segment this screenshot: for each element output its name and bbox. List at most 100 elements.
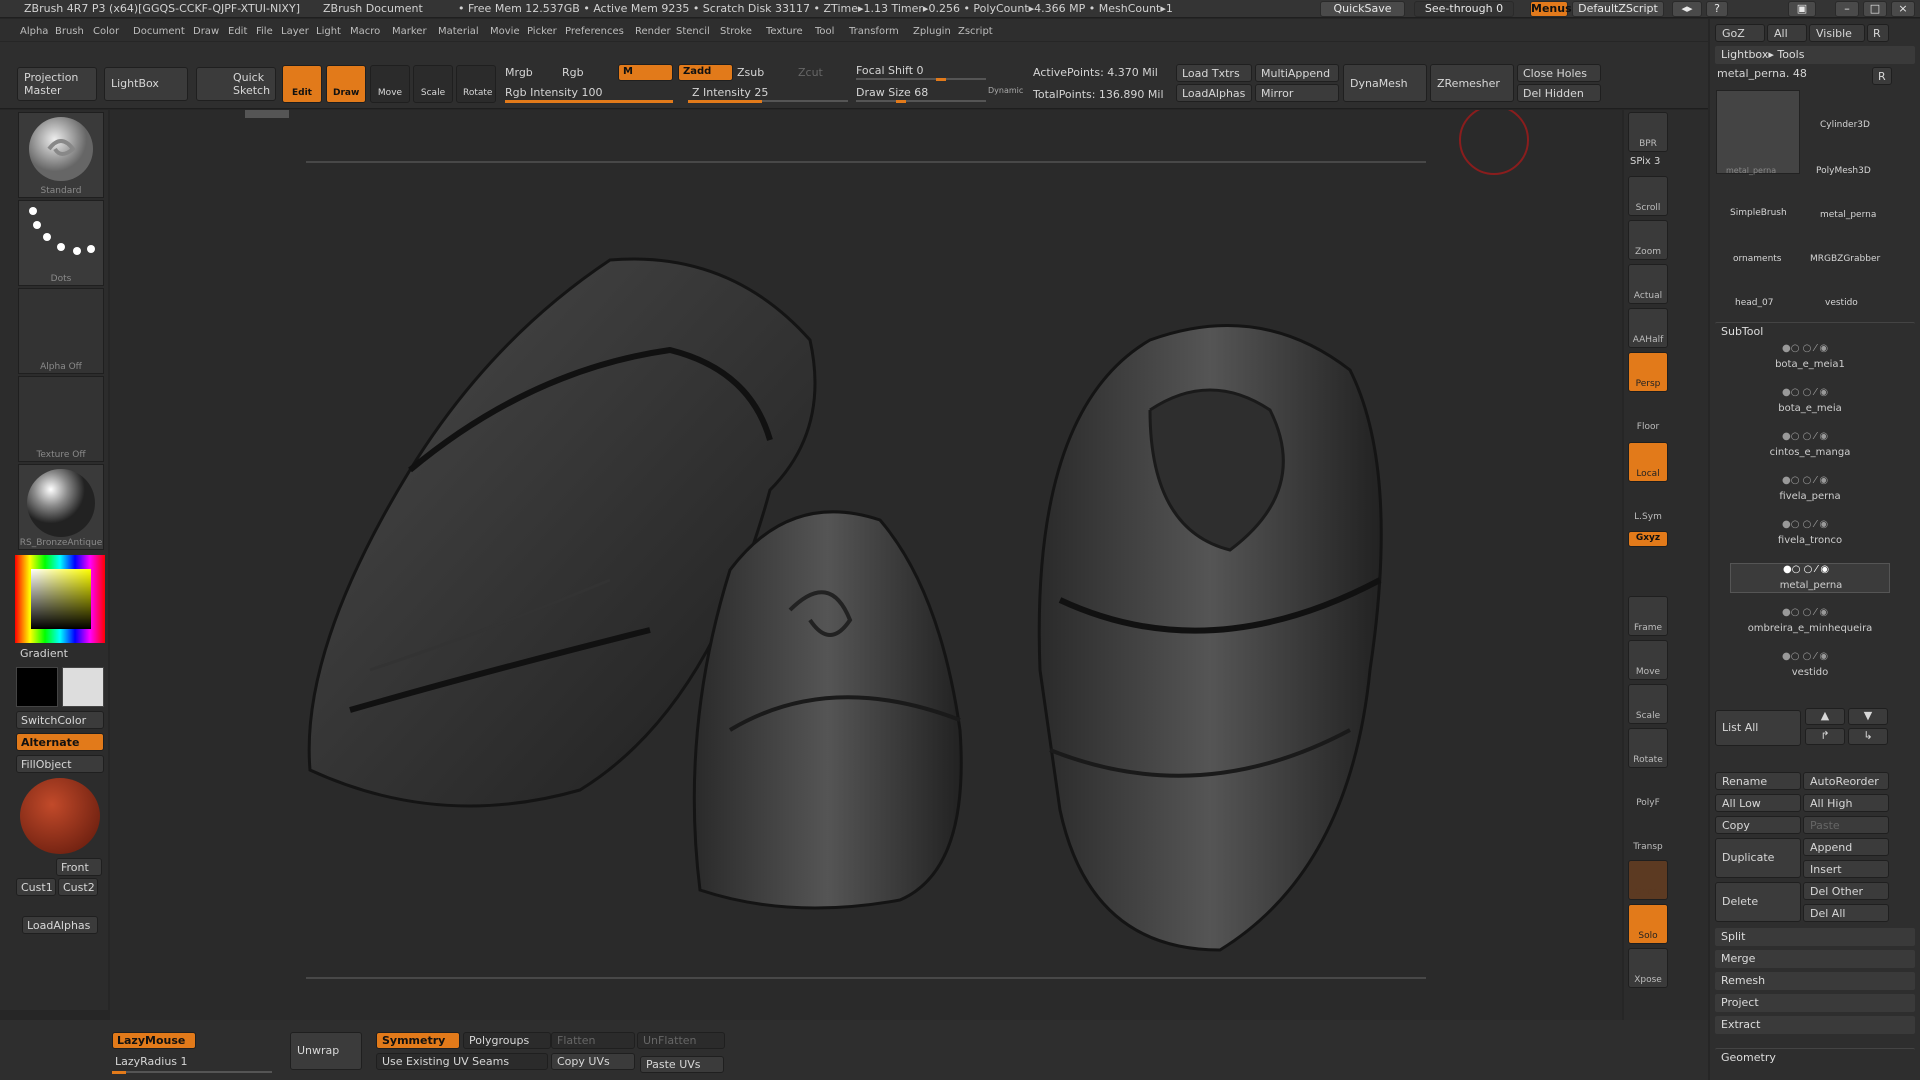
copy-button[interactable]: Copy: [1715, 816, 1801, 834]
zcut-button[interactable]: Zcut: [798, 66, 823, 79]
rename-button[interactable]: Rename: [1715, 772, 1801, 790]
subtool-row-ombreira[interactable]: ●○ ○ ⁄ ◉ ombreira_e_minhequeira: [1730, 607, 1890, 637]
viewport[interactable]: [110, 105, 1622, 1020]
menu-picker[interactable]: Picker: [527, 26, 557, 37]
load-txtrs-button[interactable]: Load Txtrs: [1176, 64, 1252, 82]
all-button[interactable]: All: [1767, 24, 1807, 42]
menu-stroke[interactable]: Stroke: [720, 26, 752, 37]
actual-button[interactable]: Actual: [1628, 264, 1668, 304]
move-view-button[interactable]: Move: [1628, 640, 1668, 680]
close-icon[interactable]: ×: [1891, 1, 1915, 17]
move-top-icon[interactable]: ↱: [1805, 728, 1845, 745]
secondary-color-swatch[interactable]: [62, 667, 104, 707]
xpose-button[interactable]: Xpose: [1628, 948, 1668, 988]
zsub-button[interactable]: Zsub: [737, 66, 764, 79]
lightbox-tools-button[interactable]: Lightbox▸ Tools: [1715, 46, 1915, 64]
z-intensity-slider[interactable]: Z Intensity 25: [692, 86, 768, 99]
goz-button[interactable]: GoZ: [1715, 24, 1765, 42]
lightbox-button[interactable]: LightBox: [104, 67, 188, 101]
scale-button[interactable]: Scale: [413, 65, 453, 103]
maximize-icon[interactable]: □: [1863, 1, 1887, 17]
tool-label-simplebrush[interactable]: SimpleBrush: [1730, 208, 1787, 218]
unflatten-button[interactable]: UnFlatten: [637, 1032, 725, 1049]
del-hidden-button[interactable]: Del Hidden: [1517, 84, 1601, 102]
gradient-label[interactable]: Gradient: [20, 647, 68, 660]
polyf-button[interactable]: PolyF: [1628, 772, 1668, 812]
front-button[interactable]: Front: [56, 858, 102, 876]
polygroups-button[interactable]: Polygroups: [463, 1032, 551, 1049]
geometry-section[interactable]: Geometry: [1715, 1048, 1915, 1066]
tool-thumb-metal-perna[interactable]: [1716, 90, 1800, 174]
menu-render[interactable]: Render: [635, 26, 671, 37]
zadd-button[interactable]: Zadd: [678, 64, 733, 81]
menu-tool[interactable]: Tool: [815, 26, 834, 37]
main-color-swatch[interactable]: [16, 667, 58, 707]
persp-button[interactable]: Persp: [1628, 352, 1668, 392]
fill-sphere-icon[interactable]: [20, 778, 100, 854]
duplicate-button[interactable]: Duplicate: [1715, 838, 1801, 878]
autoreorder-button[interactable]: AutoReorder: [1803, 772, 1889, 790]
merge-section[interactable]: Merge: [1715, 950, 1915, 968]
menu-transform[interactable]: Transform: [849, 26, 899, 37]
menu-layer[interactable]: Layer: [281, 26, 309, 37]
xyz-button[interactable]: Gxyz: [1628, 531, 1668, 547]
move-button[interactable]: Move: [370, 65, 410, 103]
help-icon[interactable]: ?: [1706, 1, 1728, 17]
menu-marker[interactable]: Marker: [392, 26, 427, 37]
menu-alpha[interactable]: Alpha: [20, 26, 48, 37]
bpr-button[interactable]: BPR: [1628, 112, 1668, 152]
menu-movie[interactable]: Movie: [490, 26, 520, 37]
flatten-button[interactable]: Flatten: [551, 1032, 635, 1049]
m-button[interactable]: M: [618, 64, 673, 81]
ghost-button[interactable]: Ghost: [1628, 860, 1668, 900]
subtool-toggles[interactable]: ●○ ○ ⁄ ◉: [1782, 387, 1892, 399]
transp-button[interactable]: Transp: [1628, 816, 1668, 856]
menu-stencil[interactable]: Stencil: [676, 26, 710, 37]
move-bottom-icon[interactable]: ↳: [1848, 728, 1888, 745]
menu-document[interactable]: Document: [133, 26, 185, 37]
scale-view-button[interactable]: Scale: [1628, 684, 1668, 724]
extract-section[interactable]: Extract: [1715, 1016, 1915, 1034]
menu-macro[interactable]: Macro: [350, 26, 380, 37]
cust2-button[interactable]: Cust2: [58, 878, 98, 896]
close-holes-button[interactable]: Close Holes: [1517, 64, 1601, 82]
lock-icon[interactable]: ▣: [1788, 1, 1816, 17]
menus-button[interactable]: Menus: [1530, 1, 1572, 17]
move-up-icon[interactable]: ▲: [1805, 708, 1845, 725]
remesh-section[interactable]: Remesh: [1715, 972, 1915, 990]
subtool-toggles[interactable]: ●○ ○ ⁄ ◉: [1782, 475, 1892, 487]
move-down-icon[interactable]: ▼: [1848, 708, 1888, 725]
subtool-row-cintos-e-manga[interactable]: ●○ ○ ⁄ ◉ cintos_e_manga: [1730, 431, 1890, 461]
mirror-button[interactable]: Mirror: [1255, 84, 1339, 102]
rgb-button[interactable]: Rgb: [562, 66, 584, 79]
paste-button[interactable]: Paste: [1803, 816, 1889, 834]
menu-preferences[interactable]: Preferences: [565, 26, 624, 37]
cust1-button[interactable]: Cust1: [16, 878, 56, 896]
subtool-row-fivela-perna[interactable]: ●○ ○ ⁄ ◉ fivela_perna: [1730, 475, 1890, 505]
unwrap-button[interactable]: Unwrap: [290, 1032, 362, 1070]
menu-brush[interactable]: Brush: [55, 26, 84, 37]
color-picker[interactable]: [15, 555, 105, 643]
symmetry-button[interactable]: Symmetry: [376, 1032, 460, 1049]
switchcolor-button[interactable]: SwitchColor: [16, 711, 104, 729]
tool-r-button[interactable]: R: [1872, 67, 1892, 85]
copy-uvs-button[interactable]: Copy UVs: [551, 1053, 635, 1070]
rgb-intensity-slider[interactable]: Rgb Intensity 100: [505, 86, 602, 99]
draw-button[interactable]: Draw: [326, 65, 366, 103]
tool-label-ornaments[interactable]: ornaments: [1733, 254, 1782, 264]
local-button[interactable]: Local: [1628, 442, 1668, 482]
layout-icon[interactable]: ◂▸: [1672, 1, 1702, 17]
zremesher-button[interactable]: ZRemesher: [1430, 64, 1514, 102]
subtool-row-vestido[interactable]: ●○ ○ ⁄ ◉ vestido: [1730, 651, 1890, 681]
subtool-row-bota-e-meia[interactable]: ●○ ○ ⁄ ◉ bota_e_meia: [1730, 387, 1890, 417]
alternate-button[interactable]: Alternate: [16, 733, 104, 751]
tool-label-polymesh3d[interactable]: PolyMesh3D: [1816, 166, 1871, 176]
append-button[interactable]: Append: [1803, 838, 1889, 856]
menu-texture[interactable]: Texture: [766, 26, 803, 37]
tool-label-cylinder3d[interactable]: Cylinder3D: [1820, 120, 1870, 130]
del-all-button[interactable]: Del All: [1803, 904, 1889, 922]
menu-draw[interactable]: Draw: [193, 26, 219, 37]
quick-sketch-button[interactable]: Quick Sketch: [196, 67, 276, 101]
default-zscript-button[interactable]: DefaultZScript: [1572, 1, 1664, 17]
focal-shift-slider[interactable]: Focal Shift 0: [856, 64, 924, 77]
